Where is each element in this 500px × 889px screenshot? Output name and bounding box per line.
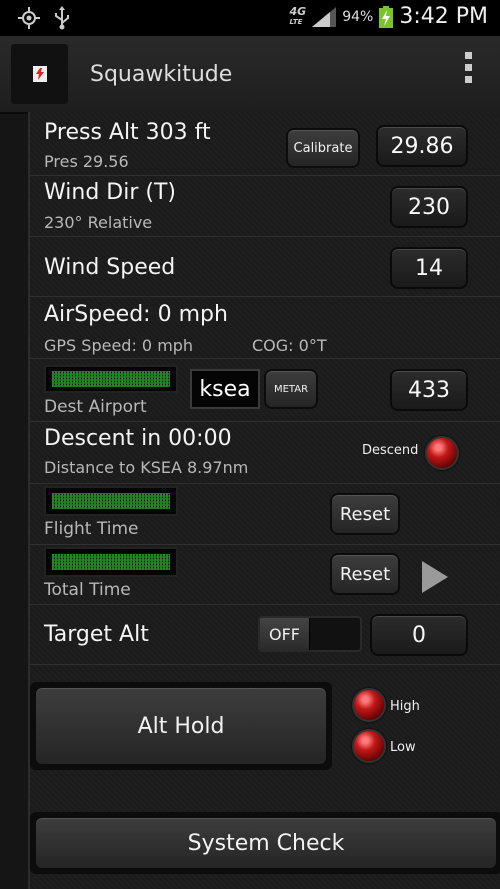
target-alt-row: Target Alt OFF 0 bbox=[30, 605, 500, 665]
action-bar: Squawkitude bbox=[0, 36, 500, 114]
overflow-menu-icon[interactable] bbox=[464, 52, 474, 92]
main-panel: Press Alt 303 ft Pres 29.56 Calibrate 29… bbox=[28, 112, 500, 889]
target-alt-toggle[interactable]: OFF bbox=[258, 616, 362, 652]
wind-speed-row: Wind Speed 14 bbox=[30, 237, 500, 297]
descend-label: Descend bbox=[362, 443, 419, 458]
wind-dir-subtitle: 230° Relative bbox=[44, 213, 153, 232]
low-indicator-led bbox=[352, 729, 386, 763]
app-logo-icon bbox=[32, 66, 47, 82]
battery-percent: 94% bbox=[342, 8, 374, 25]
high-indicator-led bbox=[352, 688, 386, 722]
toggle-state-label: OFF bbox=[260, 618, 310, 650]
pressure-row: Press Alt 303 ft Pres 29.56 Calibrate 29… bbox=[30, 112, 500, 176]
total-time-label: Total Time bbox=[44, 580, 131, 600]
dest-lcd-display bbox=[44, 365, 178, 393]
flight-time-reset-button[interactable]: Reset bbox=[330, 493, 400, 535]
wind-speed-title: Wind Speed bbox=[44, 255, 176, 280]
network-indicator: 4G LTE bbox=[289, 4, 307, 26]
airspeed-row: AirSpeed: 0 mph GPS Speed: 0 mph COG: 0°… bbox=[30, 297, 500, 359]
flight-time-lcd bbox=[44, 486, 178, 516]
status-bar: 4G LTE 94% 3:42 PM bbox=[0, 0, 500, 36]
clock: 3:42 PM bbox=[399, 4, 488, 29]
system-check-button[interactable]: System Check bbox=[34, 816, 498, 870]
metar-button[interactable]: METAR bbox=[264, 369, 318, 409]
battery-charging-icon bbox=[379, 5, 394, 28]
wind-dir-row: Wind Dir (T) 230° Relative 230 bbox=[30, 176, 500, 237]
calibrate-button[interactable]: Calibrate bbox=[286, 128, 360, 168]
system-check-frame: System Check bbox=[30, 812, 500, 874]
total-time-reset-button[interactable]: Reset bbox=[330, 553, 400, 595]
wind-dir-field[interactable]: 230 bbox=[390, 186, 468, 228]
wind-speed-field[interactable]: 14 bbox=[390, 247, 468, 289]
dest-airport-row: Dest Airport ksea METAR 433 bbox=[30, 359, 500, 422]
gps-icon bbox=[18, 7, 40, 29]
signal-icon bbox=[312, 6, 337, 27]
descent-title: Descent in 00:00 bbox=[44, 426, 232, 451]
alt-hold-frame: Alt Hold bbox=[30, 682, 332, 770]
gps-speed-label: GPS Speed: 0 mph bbox=[44, 336, 194, 355]
press-alt-title: Press Alt 303 ft bbox=[44, 120, 211, 145]
airspeed-title: AirSpeed: 0 mph bbox=[44, 302, 228, 327]
app-icon[interactable] bbox=[11, 44, 68, 104]
dest-airport-label: Dest Airport bbox=[44, 397, 147, 417]
alt-hold-button[interactable]: Alt Hold bbox=[34, 686, 328, 766]
target-alt-field[interactable]: 0 bbox=[370, 614, 468, 656]
target-alt-label: Target Alt bbox=[44, 622, 149, 647]
pressure-setting-field[interactable]: 29.86 bbox=[376, 125, 468, 167]
total-time-row: Total Time Reset bbox=[30, 545, 500, 605]
descend-indicator-led bbox=[425, 436, 459, 470]
app-title: Squawkitude bbox=[90, 62, 233, 87]
low-label: Low bbox=[390, 740, 416, 755]
airport-code-input[interactable]: ksea bbox=[190, 369, 260, 409]
dest-elevation-field[interactable]: 433 bbox=[390, 369, 468, 411]
high-label: High bbox=[390, 699, 420, 714]
play-icon[interactable] bbox=[422, 561, 448, 593]
flight-time-label: Flight Time bbox=[44, 519, 139, 539]
total-time-lcd bbox=[44, 547, 178, 577]
wind-dir-title: Wind Dir (T) bbox=[44, 180, 176, 205]
descent-row: Descent in 00:00 Distance to KSEA 8.97nm… bbox=[30, 422, 500, 484]
cog-label: COG: 0°T bbox=[252, 336, 327, 355]
pressure-subtitle: Pres 29.56 bbox=[44, 152, 129, 171]
distance-label: Distance to KSEA 8.97nm bbox=[44, 458, 249, 477]
flight-time-row: Flight Time Reset bbox=[30, 484, 500, 545]
usb-icon bbox=[55, 6, 69, 30]
